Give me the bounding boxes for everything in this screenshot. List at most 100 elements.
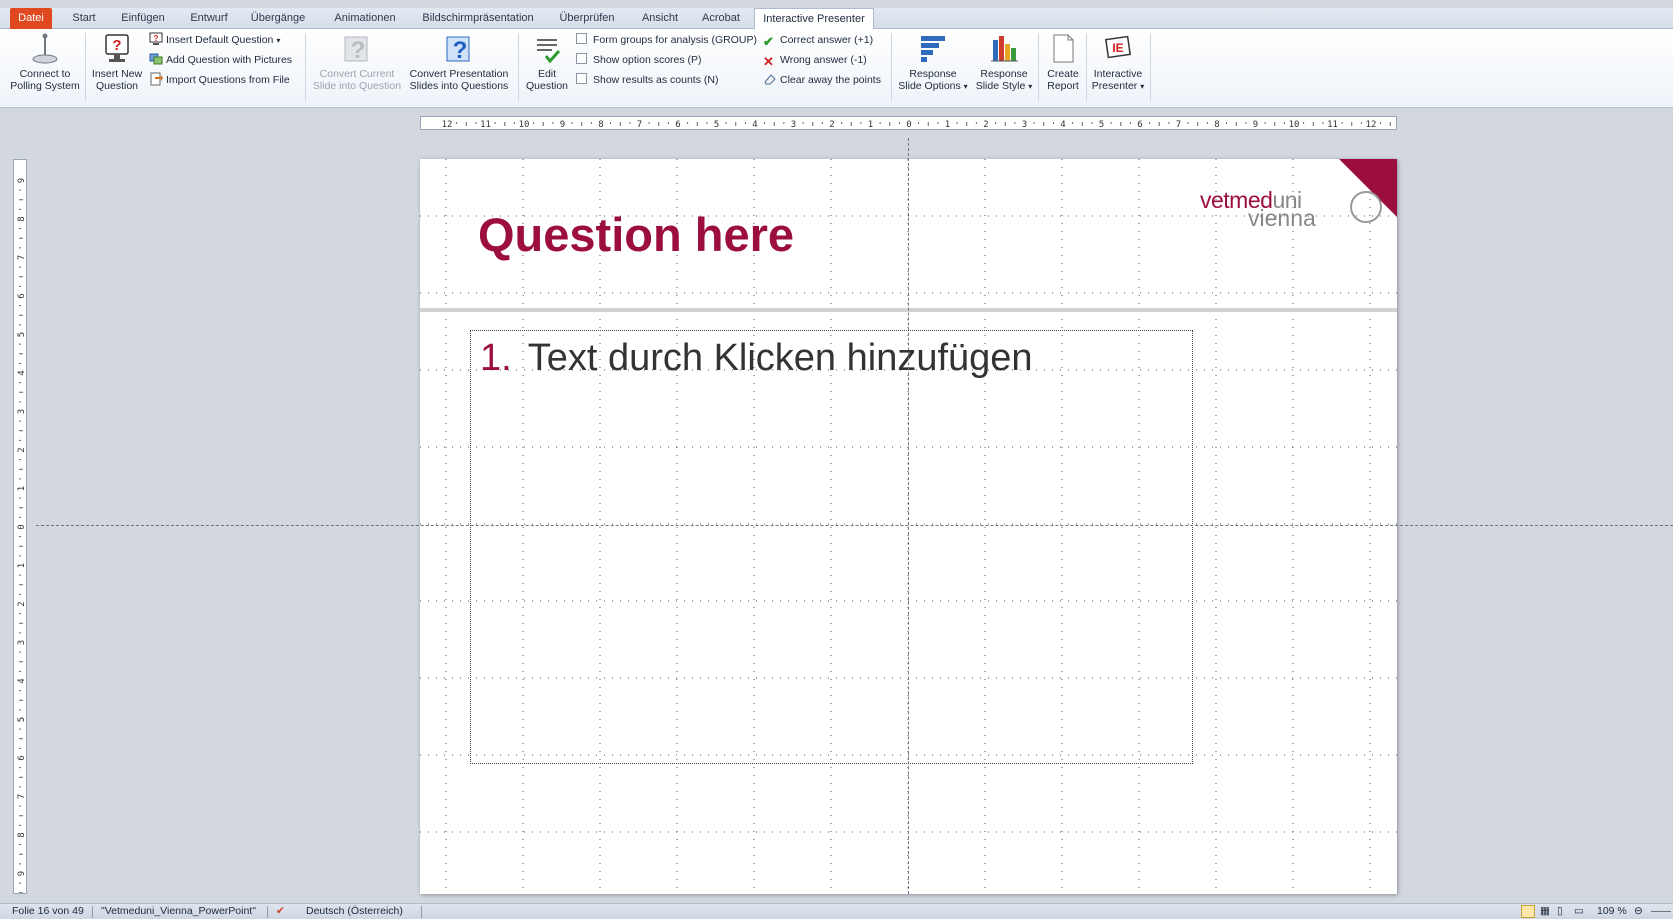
- vertical-ruler[interactable]: 9 8 7 6 5 4 3 2 1 0 1 2 3 4 5 6 7 8 9: [13, 159, 27, 894]
- numbered-bullet[interactable]: 1. Text durch Klicken hinzufügen: [480, 337, 1033, 380]
- tab-ansicht[interactable]: Ansicht: [636, 8, 684, 29]
- status-separator: [267, 906, 268, 918]
- ruler-label: 1: [868, 120, 873, 130]
- edit-list-check-icon: [522, 32, 572, 65]
- question-monitor-small-icon: ?: [149, 32, 163, 46]
- svg-text:?: ?: [154, 34, 159, 43]
- ruler-label: 9: [560, 120, 565, 130]
- ruler-label: 7: [17, 794, 27, 799]
- zoom-out-icon[interactable]: ⊖: [1634, 905, 1643, 917]
- import-questions-button[interactable]: Import Questions from File: [149, 71, 290, 89]
- tab-uebergaenge[interactable]: Übergänge: [248, 8, 308, 29]
- tab-acrobat[interactable]: Acrobat: [696, 8, 746, 29]
- status-bar: Folie 16 von 49 "Vetmeduni_Vienna_PowerP…: [0, 903, 1673, 919]
- ruler-label: 10: [519, 120, 530, 130]
- slideshow-view-icon[interactable]: ▭: [1574, 905, 1584, 917]
- svg-text:?: ?: [112, 37, 121, 54]
- wrong-answer-button[interactable]: ✕ Wrong answer (-1): [763, 51, 867, 69]
- ruler-label: 9: [17, 871, 27, 876]
- ruler-label: 9: [1253, 120, 1258, 130]
- correct-answer-button[interactable]: ✔ Correct answer (+1): [763, 31, 873, 49]
- ruler-label: 11: [480, 120, 491, 130]
- ruler-label: 3: [17, 640, 27, 645]
- insert-default-question-button[interactable]: ? Insert Default Question ▾: [149, 31, 280, 49]
- add-question-pictures-button[interactable]: Add Question with Pictures: [149, 51, 292, 69]
- interactive-presenter-icon: IE: [1089, 32, 1147, 65]
- group-separator: [891, 33, 892, 101]
- convert-presentation-button[interactable]: ? Convert Presentation Slides into Quest…: [406, 32, 512, 92]
- normal-view-icon[interactable]: [1521, 905, 1535, 918]
- ribbon-tab-bar: Datei Start Einfügen Entwurf Übergänge A…: [0, 8, 1673, 30]
- checkbox-box[interactable]: [576, 53, 587, 64]
- ruler-label: 6: [1137, 120, 1142, 130]
- connect-polling-button[interactable]: Connect to Polling System: [8, 32, 82, 92]
- group-separator: [1038, 33, 1039, 101]
- tab-entwurf[interactable]: Entwurf: [186, 8, 232, 29]
- zoom-slider[interactable]: [1651, 911, 1671, 912]
- group-separator: [1086, 33, 1087, 101]
- ruler-label: 8: [598, 120, 603, 130]
- ruler-label: 2: [829, 120, 834, 130]
- edit-question-button[interactable]: Edit Question: [522, 32, 572, 92]
- reading-view-icon[interactable]: ▯: [1557, 905, 1563, 917]
- ribbon-panel: Connect to Polling System ? Insert New Q…: [0, 29, 1673, 108]
- response-slide-options-button[interactable]: Response Slide Options ▾: [896, 32, 970, 93]
- ruler-label: 0: [906, 120, 911, 130]
- show-results-counts-checkbox[interactable]: Show results as counts (N): [576, 71, 718, 89]
- svg-text:?: ?: [351, 37, 366, 64]
- content-placeholder[interactable]: [470, 330, 1193, 764]
- tab-start[interactable]: Start: [68, 8, 100, 29]
- zoom-level[interactable]: 109 %: [1597, 905, 1627, 917]
- ruler-label: 6: [17, 755, 27, 760]
- ruler-label: 3: [791, 120, 796, 130]
- ruler-label: 5: [1099, 120, 1104, 130]
- tab-einfuegen[interactable]: Einfügen: [116, 8, 170, 29]
- show-option-scores-checkbox[interactable]: Show option scores (P): [576, 51, 702, 69]
- language-indicator[interactable]: Deutsch (Österreich): [306, 905, 403, 917]
- convert-current-slide-button[interactable]: ? Convert Current Slide into Question: [310, 32, 404, 92]
- ruler-label: 12: [1366, 120, 1377, 130]
- horizontal-bars-icon: [896, 32, 970, 65]
- theme-name: "Vetmeduni_Vienna_PowerPoint": [101, 905, 256, 917]
- dropdown-arrow-icon: ▾: [963, 82, 968, 91]
- checkmark-icon: ✔: [763, 34, 774, 49]
- clear-points-button[interactable]: Clear away the points: [763, 71, 881, 89]
- create-report-button[interactable]: Create Report: [1041, 32, 1085, 92]
- bullet-number: 1.: [480, 337, 512, 379]
- university-seal-icon: [1350, 191, 1382, 223]
- vertical-guide[interactable]: [908, 138, 909, 894]
- ruler-label: 5: [17, 717, 27, 722]
- convert-question-icon: ?: [406, 32, 512, 65]
- tab-file[interactable]: Datei: [10, 8, 52, 29]
- tab-animationen[interactable]: Animationen: [326, 8, 404, 29]
- insert-new-question-button[interactable]: ? Insert New Question: [89, 32, 145, 92]
- import-file-icon: [149, 72, 163, 86]
- checkbox-box[interactable]: [576, 73, 587, 84]
- vetmeduni-logo: vetmeduni vienna: [1200, 187, 1382, 231]
- bar-chart-icon: [972, 32, 1036, 65]
- pictures-icon: [149, 52, 163, 66]
- form-groups-checkbox[interactable]: Form groups for analysis (GROUP): [576, 31, 757, 49]
- interactive-presenter-button[interactable]: IE Interactive Presenter ▾: [1089, 32, 1147, 93]
- checkbox-box[interactable]: [576, 33, 587, 44]
- tab-ueberpruefen[interactable]: Überprüfen: [554, 8, 620, 29]
- tab-bildschirmpraesentation[interactable]: Bildschirmpräsentation: [418, 8, 538, 29]
- response-slide-style-button[interactable]: Response Slide Style ▾: [972, 32, 1036, 93]
- slide-title[interactable]: Question here: [478, 207, 794, 262]
- spellcheck-icon[interactable]: ✔: [276, 905, 285, 917]
- horizontal-ruler[interactable]: 12 11 10 9 8 7 6 5 4 3 2 1 0 1 2 3 4 5 6 7 8 9 10 11 12: [420, 116, 1397, 130]
- horizontal-guide[interactable]: [36, 525, 1673, 526]
- ruler-label: 7: [17, 255, 27, 260]
- ruler-label: 1: [17, 486, 27, 491]
- slide-counter: Folie 16 von 49: [12, 905, 84, 917]
- ruler-label: 3: [17, 409, 27, 414]
- ruler-label: 3: [1022, 120, 1027, 130]
- status-separator: [92, 906, 93, 918]
- status-separator: [421, 906, 422, 918]
- vertical-ruler-ticks: 9 8 7 6 5 4 3 2 1 0 1 2 3 4 5 6 7 8 9: [17, 178, 27, 893]
- svg-text:IE: IE: [1112, 41, 1123, 55]
- slide-sorter-view-icon[interactable]: ▦: [1540, 905, 1550, 917]
- tab-interactive-presenter[interactable]: Interactive Presenter: [754, 8, 874, 30]
- ruler-label: 5: [714, 120, 719, 130]
- document-icon: [1041, 32, 1085, 65]
